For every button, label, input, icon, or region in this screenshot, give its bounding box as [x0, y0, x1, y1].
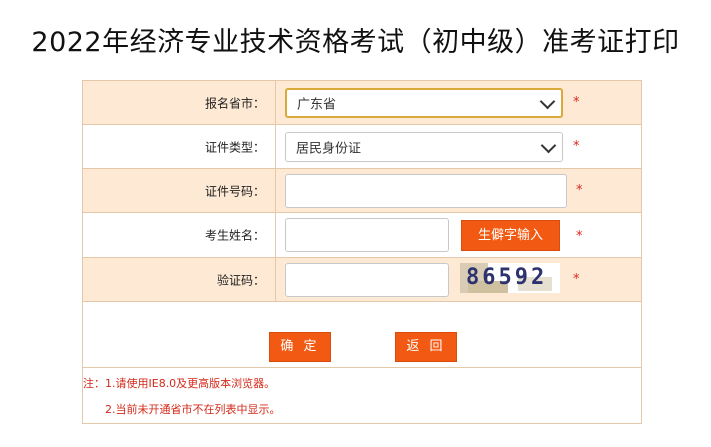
- name-label-cell: 考生姓名：: [83, 213, 276, 257]
- captcha-label: 验证码：: [216, 273, 265, 287]
- required-mark: *: [573, 139, 580, 154]
- name-row: 考生姓名： 生僻字输入 *: [83, 213, 641, 258]
- name-label: 考生姓名：: [204, 228, 265, 243]
- page: 2022年经济专业技术资格考试（初中级）准考证打印 报名省市： 广东省 * 证件…: [0, 0, 711, 447]
- captcha-label-cell: 验证码：: [83, 258, 276, 301]
- id-number-input[interactable]: [285, 174, 567, 208]
- id-number-label-cell: 证件号码：: [83, 169, 276, 212]
- back-button[interactable]: 返 回: [395, 332, 457, 362]
- captcha-image[interactable]: 86592: [460, 263, 560, 293]
- name-input[interactable]: [285, 218, 449, 252]
- required-mark: *: [576, 229, 583, 244]
- chevron-down-icon: [539, 93, 556, 110]
- id-type-label: 证件类型：: [204, 140, 265, 154]
- note-line-2: 2.当前未开通省市不在列表中显示。: [105, 403, 281, 416]
- id-number-row: 证件号码： *: [83, 169, 641, 213]
- required-mark: *: [573, 272, 580, 287]
- note-line-1: 注：1.请使用IE8.0及更高版本浏览器。: [83, 377, 276, 390]
- id-number-label: 证件号码：: [204, 184, 265, 198]
- id-type-select[interactable]: 居民身份证: [285, 132, 563, 162]
- confirm-button[interactable]: 确 定: [269, 332, 331, 362]
- id-type-select-value: 居民身份证: [296, 141, 362, 157]
- required-mark: *: [573, 95, 580, 110]
- id-type-row: 证件类型： 居民身份证 *: [83, 125, 641, 169]
- chevron-down-icon: [540, 137, 557, 154]
- captcha-image-text: 86592: [466, 265, 548, 290]
- province-select-value: 广东省: [297, 97, 337, 113]
- page-title: 2022年经济专业技术资格考试（初中级）准考证打印: [31, 27, 680, 58]
- province-label: 报名省市：: [204, 96, 265, 110]
- province-select[interactable]: 广东省: [285, 88, 563, 118]
- province-label-cell: 报名省市：: [83, 81, 276, 124]
- rare-char-input-button[interactable]: 生僻字输入: [461, 220, 560, 251]
- admission-ticket-form: 报名省市： 广东省 * 证件类型： 居民身份证 * 证件号码： * 考生姓名： …: [82, 80, 642, 424]
- actions-area: 确 定 返 回: [83, 302, 641, 368]
- id-type-label-cell: 证件类型：: [83, 125, 276, 168]
- province-row: 报名省市： 广东省 *: [83, 81, 641, 125]
- captcha-input[interactable]: [285, 263, 449, 297]
- required-mark: *: [576, 183, 583, 198]
